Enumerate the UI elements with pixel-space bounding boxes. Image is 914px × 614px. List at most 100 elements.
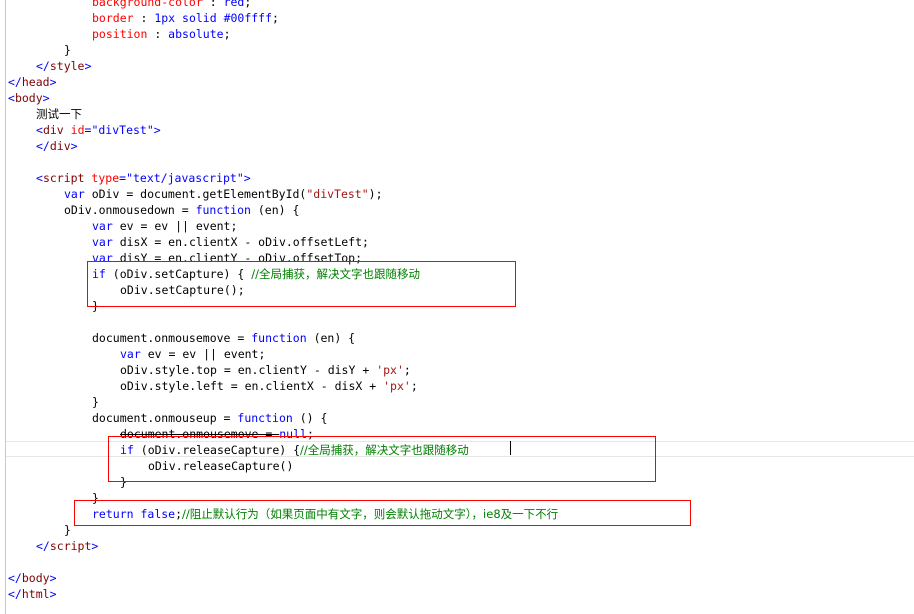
code-token: > <box>42 91 50 105</box>
code-token: oDiv.style.top = en.clientY - disY + <box>120 363 377 377</box>
code-token: 1px solid #00ffff <box>154 11 273 25</box>
code-token: 'px' <box>376 363 404 377</box>
code-line: position : absolute; <box>92 26 231 42</box>
code-token: body <box>21 571 50 585</box>
code-token: var <box>120 347 141 361</box>
code-token: > <box>49 571 57 585</box>
code-token: > <box>243 171 251 185</box>
code-editor[interactable]: background-color : red; border : 1px soli… <box>0 0 914 614</box>
code-token: () { <box>292 411 328 425</box>
gutter-line <box>5 0 6 614</box>
code-token: (en) { <box>306 331 356 345</box>
code-token: style <box>49 59 85 73</box>
code-token: function <box>195 203 251 217</box>
code-token: "divTest" <box>306 187 369 201</box>
code-token: </ <box>8 587 22 601</box>
code-token: : <box>133 11 155 25</box>
code-line: <script type="text/javascript"> <box>36 170 251 186</box>
code-token: 测试一下 <box>36 107 82 121</box>
annotation-box-return-false <box>74 500 691 526</box>
code-token: oDiv.style.left = en.clientX - disX + <box>120 379 384 393</box>
code-token: </ <box>36 139 50 153</box>
code-token: div <box>42 123 64 137</box>
code-token: position <box>92 27 148 41</box>
code-token: var <box>64 187 85 201</box>
code-line: var ev = ev || event; <box>92 218 237 234</box>
code-line: </div> <box>36 138 78 154</box>
code-token: (en) { <box>250 203 300 217</box>
code-token: ; <box>272 11 279 25</box>
code-token: red <box>223 0 245 9</box>
code-token: : <box>147 27 169 41</box>
code-token: ; <box>244 0 252 9</box>
code-line: <div id="divTest"> <box>36 122 161 138</box>
code-token: type <box>91 171 120 185</box>
code-line: var disX = en.clientX - oDiv.offsetLeft; <box>92 234 369 250</box>
code-token: </ <box>8 75 22 89</box>
code-token: background-color <box>92 0 203 9</box>
code-token: oDiv = document.getElementById( <box>84 187 307 201</box>
code-token: disX = en.clientX - oDiv.offsetLeft; <box>112 235 369 249</box>
code-token: ; <box>403 363 411 377</box>
code-line: background-color : red; <box>92 0 251 10</box>
code-token: > <box>49 587 57 601</box>
code-line: oDiv.style.left = en.clientX - disX + 'p… <box>120 378 418 394</box>
text-caret <box>510 441 511 455</box>
code-line: 测试一下 <box>36 106 82 122</box>
code-token: ev = ev || event; <box>112 219 238 233</box>
code-token: script <box>49 539 92 553</box>
code-token: } <box>64 523 71 537</box>
code-token: ev = ev || event; <box>140 347 266 361</box>
code-token: function <box>251 331 307 345</box>
code-line: </head> <box>8 74 57 90</box>
code-token: body <box>14 91 43 105</box>
code-token: : <box>202 0 224 9</box>
code-token: > <box>84 59 92 73</box>
code-line: oDiv.style.top = en.clientY - disY + 'px… <box>120 362 411 378</box>
code-line: document.onmouseup = function () { <box>92 410 327 426</box>
code-token: </ <box>36 539 50 553</box>
code-token: } <box>92 395 99 409</box>
code-line: oDiv.onmousedown = function (en) { <box>64 202 299 218</box>
code-token: absolute <box>168 27 224 41</box>
code-token: > <box>70 139 78 153</box>
code-token: "divTest" <box>91 123 154 137</box>
code-line: } <box>92 394 99 410</box>
code-token: > <box>153 123 161 137</box>
code-token: "text/javascript" <box>126 171 244 185</box>
code-token: ); <box>368 187 383 201</box>
code-line: </script> <box>36 538 98 554</box>
code-token: border <box>92 11 134 25</box>
code-token: ; <box>410 379 418 393</box>
code-line: document.onmousemove = function (en) { <box>92 330 355 346</box>
code-token: function <box>237 411 293 425</box>
code-line: </style> <box>36 58 91 74</box>
code-line: } <box>64 42 71 58</box>
code-line: border : 1px solid #00ffff; <box>92 10 279 26</box>
code-line: </body> <box>8 570 57 586</box>
code-token: script <box>42 171 85 185</box>
code-token: html <box>21 587 50 601</box>
code-token: < <box>36 123 43 137</box>
code-token: > <box>91 539 99 553</box>
code-line: var oDiv = document.getElementById("divT… <box>64 186 383 202</box>
code-token: < <box>8 91 15 105</box>
code-token: } <box>64 43 71 57</box>
code-token: 'px' <box>383 379 411 393</box>
code-token: document.onmouseup = <box>92 411 238 425</box>
code-token: id <box>70 123 85 137</box>
code-token: </ <box>8 571 22 585</box>
code-token: var <box>92 235 113 249</box>
code-token: oDiv.onmousedown = <box>64 203 196 217</box>
code-token: ; <box>223 27 231 41</box>
code-line: <body> <box>8 90 50 106</box>
code-line: </html> <box>8 586 57 602</box>
code-line: } <box>64 522 71 538</box>
code-token: > <box>49 75 57 89</box>
code-line: var ev = ev || event; <box>120 346 265 362</box>
code-token: head <box>21 75 50 89</box>
code-token: var <box>92 219 113 233</box>
code-token: </ <box>36 59 50 73</box>
code-token: div <box>49 139 71 153</box>
